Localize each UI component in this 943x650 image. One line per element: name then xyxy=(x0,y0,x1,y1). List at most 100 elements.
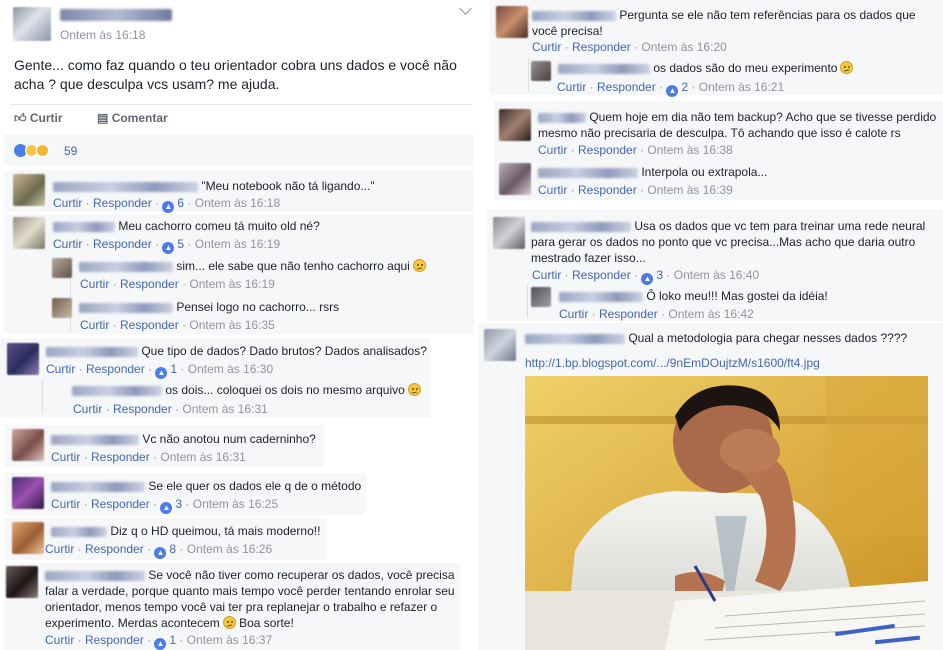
reply-link[interactable]: Responder xyxy=(120,277,179,291)
reply-time[interactable]: Ontem às 16:42 xyxy=(668,307,753,321)
like-count[interactable]: ▲ 1 xyxy=(154,633,176,650)
post-time[interactable]: Ontem às 16:18 xyxy=(60,28,145,42)
comment-time[interactable]: Ontem às 16:25 xyxy=(193,497,278,511)
commenter-avatar[interactable] xyxy=(7,343,39,375)
commenter-name[interactable] xyxy=(45,570,145,581)
like-link[interactable]: Curtir xyxy=(51,497,80,511)
commenter-avatar[interactable] xyxy=(496,6,528,38)
like-link[interactable]: Curtir xyxy=(45,633,74,647)
like-link[interactable]: Curtir xyxy=(532,268,561,282)
commenter-avatar[interactable] xyxy=(484,329,516,361)
like-link[interactable]: Curtir xyxy=(557,80,586,94)
reply-avatar[interactable] xyxy=(531,287,551,307)
reply-link[interactable]: Responder xyxy=(85,542,144,556)
like-link[interactable]: Curtir xyxy=(559,307,588,321)
commenter-avatar[interactable] xyxy=(12,429,44,461)
like-count[interactable]: ▲ 6 xyxy=(162,196,184,213)
reply-link[interactable]: Responder xyxy=(93,237,152,251)
reply-avatar[interactable] xyxy=(531,61,551,81)
comment-time[interactable]: Ontem às 16:18 xyxy=(195,196,280,210)
commenter-name[interactable] xyxy=(46,346,138,357)
like-count[interactable]: ▲ 5 xyxy=(162,237,184,254)
reply-author-name[interactable] xyxy=(72,385,162,396)
comment-time[interactable]: Ontem às 16:20 xyxy=(641,40,726,54)
comment-button[interactable]: ▤ Comentar xyxy=(97,110,168,126)
reply-link[interactable]: Responder xyxy=(578,183,637,197)
reply-link[interactable]: Responder xyxy=(86,362,145,376)
like-count[interactable]: ▲ 2 xyxy=(666,80,688,97)
commenter-avatar[interactable] xyxy=(12,522,44,554)
like-count[interactable]: ▲ 1 xyxy=(155,362,177,379)
reply-link[interactable]: Responder xyxy=(578,143,637,157)
like-link[interactable]: Curtir xyxy=(80,318,109,332)
comment-time[interactable]: Ontem às 16:40 xyxy=(674,268,759,282)
reply-link[interactable]: Responder xyxy=(91,497,150,511)
like-count[interactable]: ▲ 3 xyxy=(641,268,663,285)
commenter-avatar[interactable] xyxy=(12,477,44,509)
reply-time[interactable]: Ontem às 16:21 xyxy=(699,80,784,94)
like-link[interactable]: Curtir xyxy=(538,183,567,197)
like-link[interactable]: Curtir xyxy=(73,402,102,416)
reply-link[interactable]: Responder xyxy=(597,80,656,94)
image-link[interactable]: http://1.bp.blogspot.com/.../9nEmDOujtzM… xyxy=(525,356,820,371)
commenter-name[interactable] xyxy=(532,10,616,21)
reply-link[interactable]: Responder xyxy=(113,402,172,416)
attached-photo[interactable] xyxy=(525,376,928,650)
commenter-avatar[interactable] xyxy=(499,163,531,195)
reply-time[interactable]: Ontem às 16:19 xyxy=(189,277,274,291)
comment-time[interactable]: Ontem às 16:19 xyxy=(195,237,280,251)
commenter-name[interactable] xyxy=(538,112,586,123)
comment-time[interactable]: Ontem às 16:30 xyxy=(188,362,273,376)
like-link[interactable]: Curtir xyxy=(538,143,567,157)
commenter-name[interactable] xyxy=(525,333,625,344)
commenter-name[interactable] xyxy=(531,221,631,232)
commenter-avatar[interactable] xyxy=(499,109,531,141)
reply-link[interactable]: Responder xyxy=(572,268,631,282)
like-link[interactable]: Curtir xyxy=(80,277,109,291)
author-avatar[interactable] xyxy=(13,7,51,41)
commenter-avatar[interactable] xyxy=(13,174,45,206)
commenter-name[interactable] xyxy=(51,481,145,492)
chevron-down-icon[interactable] xyxy=(459,2,472,15)
reply-avatar[interactable] xyxy=(52,298,72,318)
author-name[interactable] xyxy=(60,9,172,21)
reply-author-name[interactable] xyxy=(79,302,173,313)
like-count[interactable]: ▲ 3 xyxy=(160,497,182,514)
like-button[interactable]: 👍︎ Curtir xyxy=(14,110,63,126)
reply-link[interactable]: Responder xyxy=(599,307,658,321)
comment-time[interactable]: Ontem às 16:37 xyxy=(187,633,272,647)
reply-author-name[interactable] xyxy=(559,291,643,302)
like-count[interactable]: ▲ 8 xyxy=(154,542,176,559)
commenter-avatar[interactable] xyxy=(493,217,525,249)
reactions-bar[interactable]: 59 xyxy=(4,134,474,166)
reply-author-name[interactable] xyxy=(79,261,173,272)
like-link[interactable]: Curtir xyxy=(46,362,75,376)
reply-link[interactable]: Responder xyxy=(91,450,150,464)
reaction-count[interactable]: 59 xyxy=(64,144,77,159)
reply-author-name[interactable] xyxy=(558,63,650,74)
commenter-name[interactable] xyxy=(538,167,638,178)
commenter-name[interactable] xyxy=(53,181,198,192)
comment-time[interactable]: Ontem às 16:26 xyxy=(187,542,272,556)
reply-time[interactable]: Ontem às 16:31 xyxy=(182,402,267,416)
like-link[interactable]: Curtir xyxy=(53,196,82,210)
comment-time[interactable]: Ontem às 16:39 xyxy=(647,183,732,197)
commenter-avatar[interactable] xyxy=(13,217,45,249)
commenter-name[interactable] xyxy=(51,526,107,537)
comment-time[interactable]: Ontem às 16:31 xyxy=(160,450,245,464)
like-link[interactable]: Curtir xyxy=(532,40,561,54)
commenter-name[interactable] xyxy=(51,434,139,445)
like-link[interactable]: Curtir xyxy=(45,542,74,556)
reply-link[interactable]: Responder xyxy=(85,633,144,647)
commenter-avatar[interactable] xyxy=(6,566,38,598)
reply-link[interactable]: Responder xyxy=(93,196,152,210)
reply-meta: Curtir · Responder · Ontem às 16:35 xyxy=(80,318,275,332)
like-link[interactable]: Curtir xyxy=(51,450,80,464)
comment-time[interactable]: Ontem às 16:38 xyxy=(647,143,732,157)
reply-avatar[interactable] xyxy=(52,258,72,278)
reply-link[interactable]: Responder xyxy=(120,318,179,332)
reply-link[interactable]: Responder xyxy=(572,40,631,54)
like-link[interactable]: Curtir xyxy=(53,237,82,251)
reply-time[interactable]: Ontem às 16:35 xyxy=(189,318,274,332)
commenter-name[interactable] xyxy=(53,221,115,232)
